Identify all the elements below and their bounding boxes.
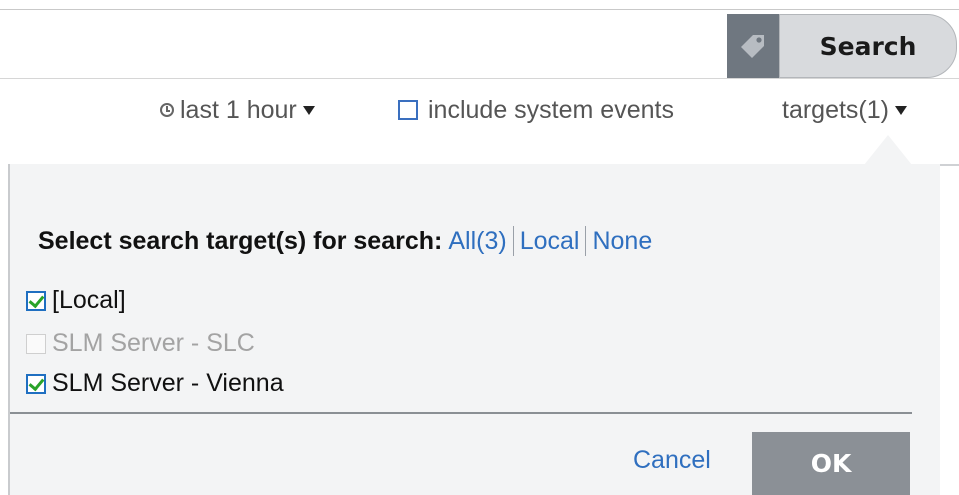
ok-button[interactable]: OK — [752, 432, 910, 495]
time-range-label: last 1 hour — [180, 95, 297, 124]
target-checkbox-local[interactable] — [26, 290, 46, 311]
search-input[interactable] — [0, 10, 726, 78]
caret-down-icon — [894, 105, 907, 115]
target-item-slm-server-vienna[interactable]: SLM Server - Vienna — [26, 369, 284, 398]
link-separator — [512, 226, 514, 256]
target-selection-title: Select search target(s) for search: — [38, 226, 443, 255]
target-checkbox-slm-server-slc — [26, 333, 46, 354]
target-label: [Local] — [52, 286, 126, 314]
target-label: SLM Server - SLC — [52, 329, 255, 357]
panel-side-divider — [940, 164, 959, 166]
tag-button[interactable] — [727, 14, 779, 78]
target-item-local[interactable]: [Local] — [26, 286, 126, 315]
search-button-label: Search — [819, 31, 917, 61]
popup-pointer — [864, 135, 912, 165]
select-local-link[interactable]: Local — [520, 227, 580, 256]
include-system-events-checkbox[interactable] — [398, 100, 418, 120]
target-item-slm-server-slc: SLM Server - SLC — [26, 329, 255, 358]
caret-down-icon — [302, 105, 315, 115]
select-all-link[interactable]: All(3) — [448, 227, 506, 256]
link-separator — [585, 226, 587, 256]
targets-dropdown[interactable]: targets(1) — [782, 88, 907, 132]
panel-left-edge — [8, 164, 10, 495]
tag-icon — [741, 35, 764, 58]
target-checkbox-slm-server-vienna[interactable] — [26, 373, 46, 394]
target-label: SLM Server - Vienna — [52, 369, 284, 397]
target-selection-header: Select search target(s) for search: All(… — [38, 226, 652, 256]
search-button[interactable]: Search — [779, 14, 957, 78]
clock-icon — [160, 103, 174, 117]
panel-divider — [10, 412, 912, 414]
targets-label: targets(1) — [782, 95, 889, 124]
cancel-button[interactable]: Cancel — [633, 446, 711, 475]
include-system-events-label: include system events — [428, 95, 674, 124]
time-range-dropdown[interactable]: last 1 hour — [160, 88, 315, 132]
select-none-link[interactable]: None — [592, 227, 652, 256]
ok-button-label: OK — [810, 449, 852, 478]
include-system-events-toggle[interactable]: include system events — [398, 88, 674, 132]
